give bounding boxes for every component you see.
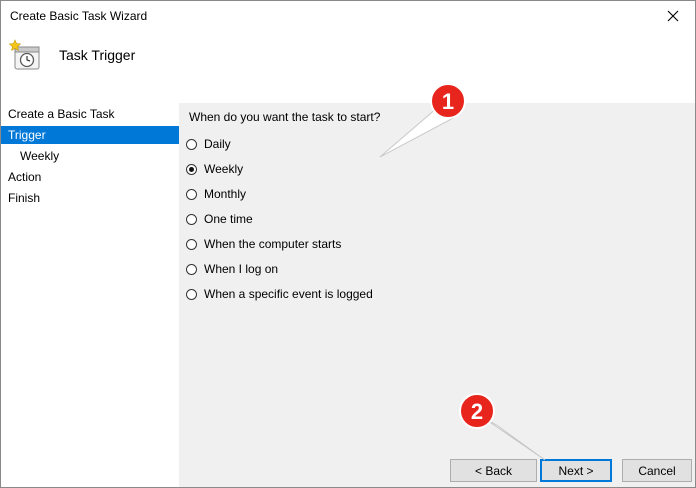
callout-2-number: 2	[471, 399, 483, 424]
callout-1-number: 1	[442, 89, 454, 114]
callout-overlay: 1 2	[379, 83, 546, 461]
